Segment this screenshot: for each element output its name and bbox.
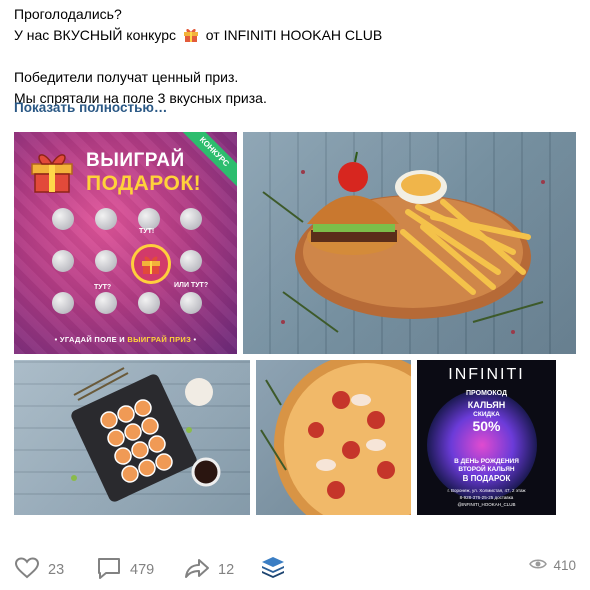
promo-discount: 50%	[472, 418, 501, 434]
infiniti-brand: INFINITI	[448, 366, 525, 383]
promo-line-6: ВТОРОЙ КАЛЬЯН	[458, 466, 515, 473]
heart-icon	[14, 556, 40, 584]
comments-count: 479	[130, 562, 155, 578]
post-line-3: Победители получат ценный приз.	[14, 69, 239, 85]
post-line-2-end: от INFINITI HOOKAH CLUB	[205, 27, 383, 43]
promo-address: г. Воронеж, ул. Холмистая, 47, 2 этаж	[447, 488, 526, 493]
field-dot	[95, 250, 117, 272]
post-line-1: Проголодались?	[14, 6, 122, 22]
gift-box-icon	[28, 148, 76, 194]
promo-handle: @INFINITI_HOOKAH_CLUB	[457, 502, 516, 507]
show-more-link[interactable]: Показать полностью…	[14, 100, 167, 115]
post-line-2: У нас ВКУСНЫЙ конкурс от INFINITI HOOKAH…	[14, 25, 574, 46]
tut-label-center: ТУТ!	[139, 228, 155, 235]
layers-button[interactable]	[260, 554, 286, 584]
shares-count: 12	[218, 562, 235, 578]
field-dot	[95, 292, 117, 314]
contest-bottom-text: • УГАДАЙ ПОЛЕ И ВЫИГРАЙ ПРИЗ •	[54, 335, 197, 344]
gift-emoji-icon	[183, 27, 199, 42]
tut-label-right: ИЛИ ТУТ?	[174, 282, 209, 289]
eye-icon	[529, 558, 548, 573]
burger-fries-illustration	[262, 151, 545, 334]
field-dot	[95, 208, 117, 230]
promo-line-1: ПРОМОКОД	[466, 390, 507, 397]
contest-title-2: ПОДАРОК!	[86, 172, 202, 195]
views-counter: 410	[529, 558, 576, 573]
pizza-photo[interactable]	[256, 360, 411, 515]
burger-photo[interactable]	[243, 132, 576, 354]
pizza-illustration	[260, 360, 411, 515]
post-actions-bar: 23 479 12 410	[14, 552, 576, 584]
center-gift-icon	[131, 244, 171, 284]
post-line-2-start: У нас ВКУСНЫЙ конкурс	[14, 27, 177, 43]
sushi-photo[interactable]	[14, 360, 250, 515]
promo-line-7: В ПОДАРОК	[462, 474, 511, 483]
field-dot	[52, 250, 74, 272]
field-dot	[180, 250, 202, 272]
views-count: 410	[553, 558, 576, 573]
contest-image[interactable]: ВЫИГРАЙ ПОДАРОК! КОНКУРС ТУТ! ТУТ? ИЛИ Т…	[14, 132, 237, 354]
stacked-layers-icon	[260, 554, 286, 584]
promo-phone: 8-928-376-25-25 доставка	[459, 495, 514, 500]
infiniti-promo-image[interactable]: INFINITI ПРОМОКОД КАЛЬЯН СКИДКА 50% В ДЕ…	[417, 360, 556, 515]
promo-line-2: КАЛЬЯН	[467, 400, 506, 410]
comment-button[interactable]: 479	[96, 556, 154, 584]
field-dot	[52, 208, 74, 230]
field-dot	[52, 292, 74, 314]
promo-line-3: СКИДКА	[473, 411, 500, 418]
sushi-illustration	[71, 367, 221, 502]
likes-count: 23	[48, 562, 65, 578]
post-text: Проголодались? У нас ВКУСНЫЙ конкурс от …	[14, 4, 574, 109]
promo-line-5: В ДЕНЬ РОЖДЕНИЯ	[454, 458, 519, 465]
contest-title-1: ВЫИГРАЙ	[86, 150, 185, 171]
field-dot	[180, 292, 202, 314]
comment-icon	[96, 556, 122, 584]
field-dot	[138, 292, 160, 314]
like-button[interactable]: 23	[14, 556, 64, 584]
share-button[interactable]: 12	[184, 556, 234, 584]
field-dot	[180, 208, 202, 230]
tut-label-left: ТУТ?	[94, 284, 112, 291]
share-arrow-icon	[184, 556, 210, 584]
field-dot	[138, 208, 160, 230]
